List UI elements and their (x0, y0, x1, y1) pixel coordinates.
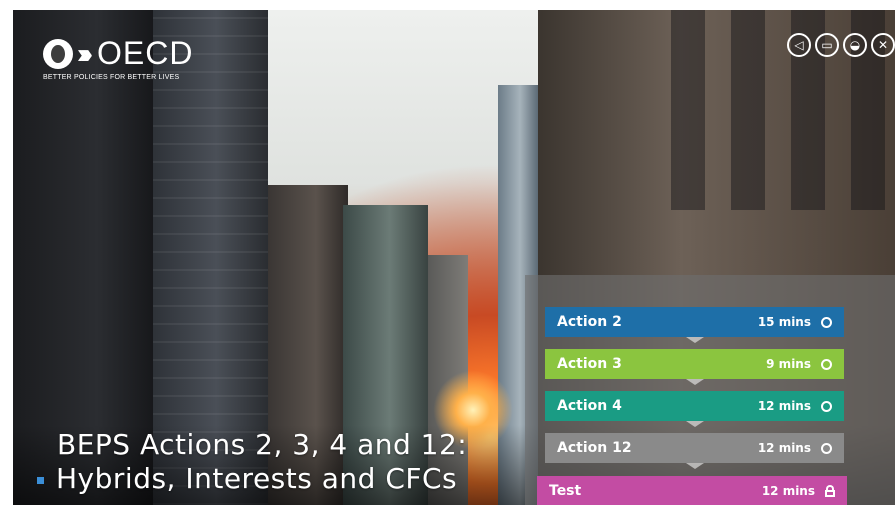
module-duration: 15 mins (757, 315, 811, 329)
module-duration: 12 mins (757, 399, 811, 413)
notes-icon[interactable]: ▭ (815, 33, 839, 57)
incomplete-circle-icon (821, 316, 832, 328)
oecd-logo: ››› OECD BETTER POLICIES FOR BETTER LIVE… (43, 35, 193, 81)
logo-tagline: BETTER POLICIES FOR BETTER LIVES (43, 74, 180, 81)
folder-icon[interactable]: ◒ (843, 33, 867, 57)
incomplete-circle-icon (821, 358, 832, 370)
module-label: Action 12 (557, 440, 632, 456)
connector-arrow-icon (685, 379, 704, 385)
top-controls: ◁ ▭ ◒ ✕ (787, 33, 895, 57)
lock-icon (825, 485, 835, 497)
module-action-3[interactable]: Action 3 9 mins (545, 349, 844, 385)
module-label: Action 3 (557, 356, 622, 372)
module-action-2[interactable]: Action 2 15 mins (545, 307, 844, 343)
module-label: Test (549, 483, 582, 499)
incomplete-circle-icon (821, 400, 832, 412)
module-label: Action 4 (557, 398, 622, 414)
connector-arrow-icon (685, 463, 704, 469)
module-test[interactable]: Test 12 mins (537, 476, 847, 505)
module-action-12[interactable]: Action 12 12 mins (545, 433, 844, 469)
audio-icon[interactable]: ◁ (787, 33, 811, 57)
title-line-2: Hybrids, Interests and CFCs (37, 462, 467, 496)
bullet-icon (37, 476, 44, 484)
course-title: BEPS Actions 2, 3, 4 and 12: Hybrids, In… (37, 428, 468, 496)
globe-icon (43, 38, 73, 69)
logo-mark: ››› OECD (43, 35, 193, 72)
incomplete-circle-icon (821, 442, 832, 454)
course-splash: ››› OECD BETTER POLICIES FOR BETTER LIVE… (13, 10, 895, 505)
connector-arrow-icon (685, 337, 704, 343)
module-duration: 12 mins (757, 441, 811, 455)
module-menu: Action 2 15 mins Action 3 9 mins Action … (525, 275, 895, 505)
chevrons-icon: ››› (77, 37, 93, 69)
module-label: Action 2 (557, 314, 622, 330)
module-action-4[interactable]: Action 4 12 mins (545, 391, 844, 427)
connector-arrow-icon (685, 421, 704, 427)
close-icon[interactable]: ✕ (871, 33, 895, 57)
title-line-1: BEPS Actions 2, 3, 4 and 12: (57, 428, 468, 461)
logo-wordmark: OECD (96, 35, 194, 71)
module-duration: 12 mins (761, 484, 815, 498)
title-line-2-text: Hybrids, Interests and CFCs (56, 462, 458, 495)
module-duration: 9 mins (766, 357, 811, 371)
